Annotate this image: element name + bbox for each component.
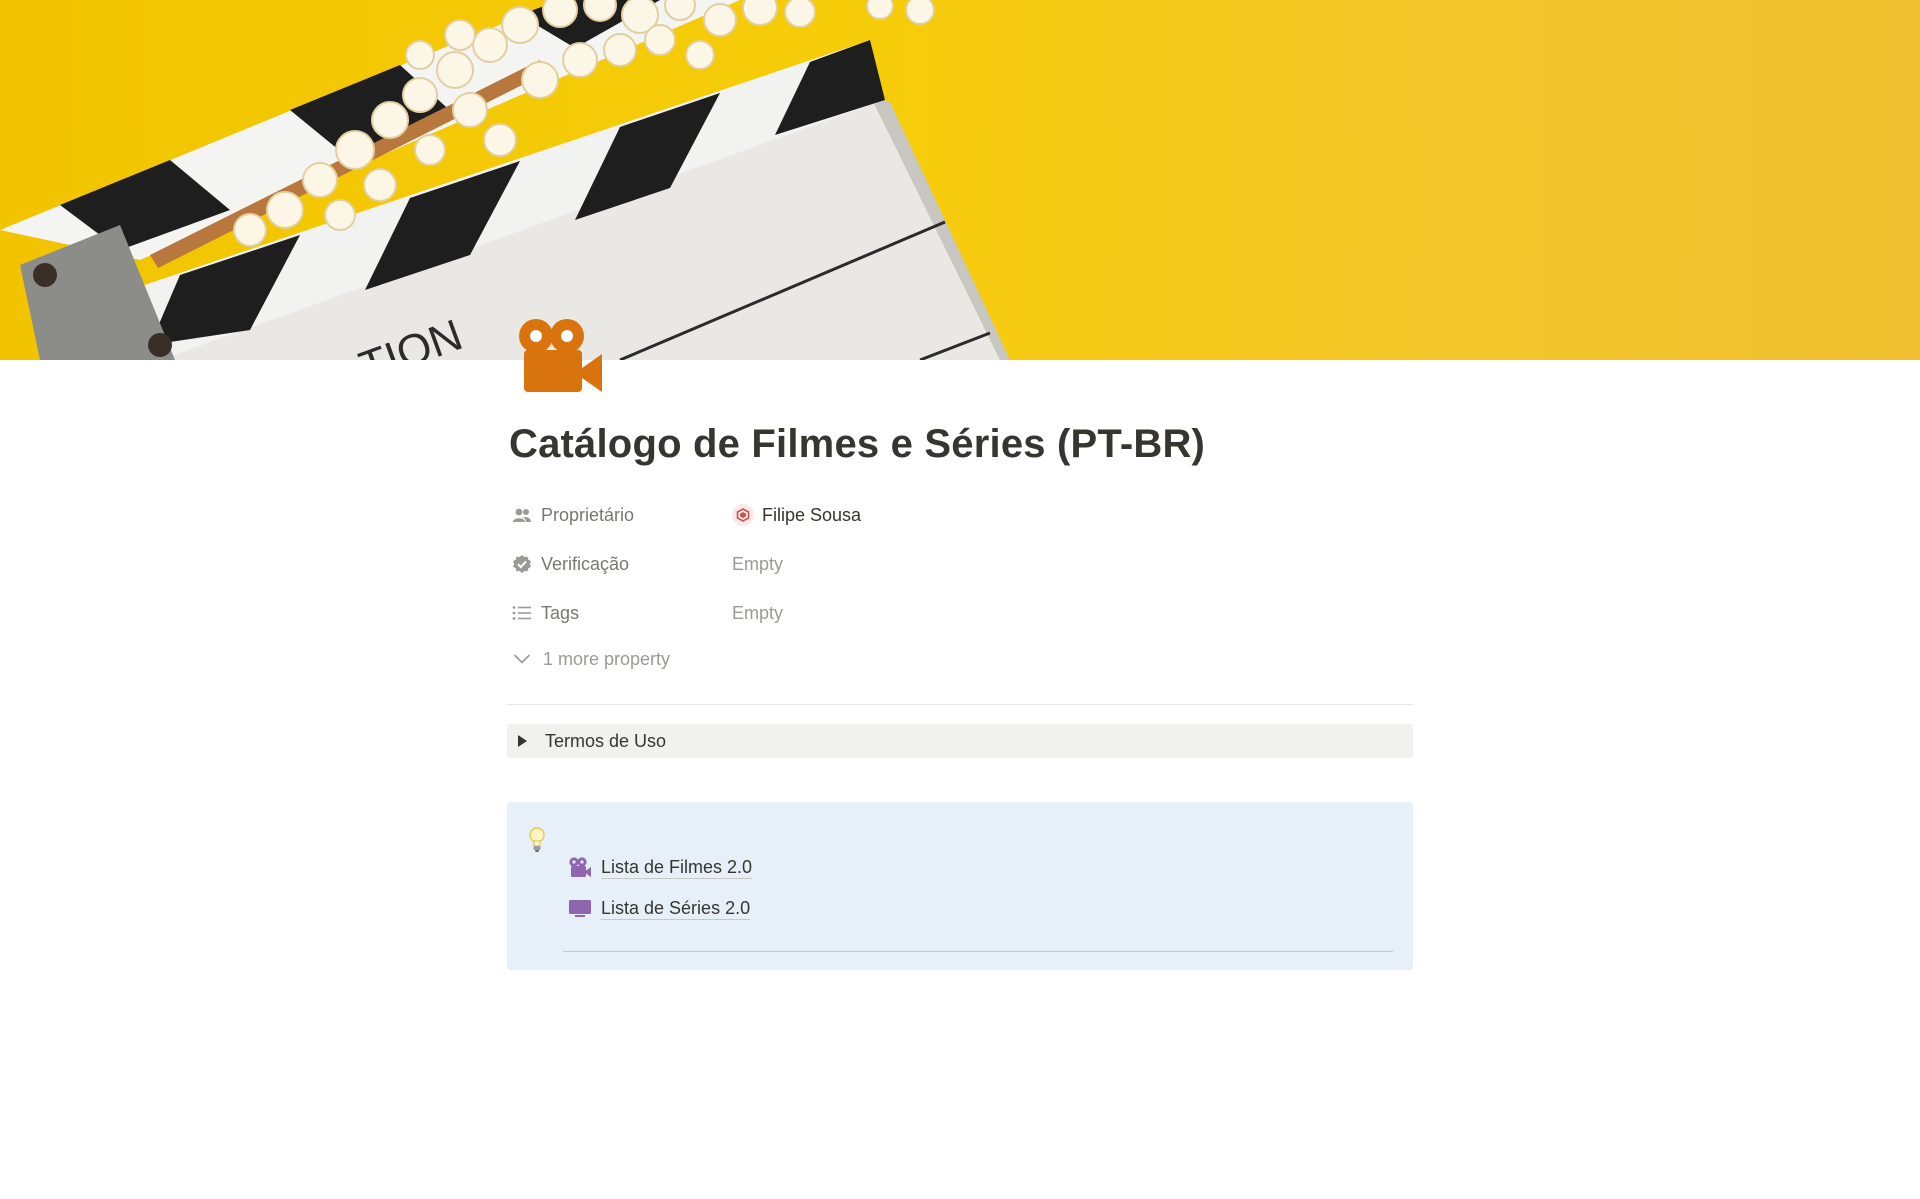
property-value-verification[interactable]: Empty <box>732 552 783 576</box>
property-name[interactable]: Tags <box>511 601 579 625</box>
lightbulb-icon[interactable] <box>527 826 547 854</box>
property-name[interactable]: Verificação <box>511 552 629 576</box>
callout-divider <box>563 951 1393 952</box>
toggle-label: Termos de Uso <box>545 730 667 751</box>
property-name[interactable]: Proprietário <box>511 503 634 527</box>
verified-badge-icon <box>511 553 533 575</box>
owner-name: Filipe Sousa <box>762 504 862 525</box>
callout-block: Lista de Filmes 2.0 Lista de Séries 2.0 <box>507 802 1413 970</box>
toggle-block[interactable]: Termos de Uso <box>507 724 1413 758</box>
people-icon <box>511 504 533 526</box>
movie-camera-icon <box>567 854 593 880</box>
page-cover: TION <box>0 0 1920 360</box>
property-label: Tags <box>541 602 580 623</box>
property-label: Proprietário <box>541 504 635 525</box>
link-lista-de-series[interactable]: Lista de Séries 2.0 <box>567 893 751 923</box>
chevron-down-icon <box>511 648 533 670</box>
link-label: Lista de Séries 2.0 <box>601 897 751 920</box>
property-label: Verificação <box>541 553 630 574</box>
clapperboard-popcorn-image: TION <box>0 0 1010 360</box>
property-value-owner[interactable]: Filipe Sousa <box>732 503 861 527</box>
divider <box>507 704 1413 705</box>
page-title[interactable]: Catálogo de Filmes e Séries (PT-BR) <box>509 422 1205 467</box>
property-row-tags[interactable]: Tags Empty <box>507 593 1413 633</box>
property-value-tags[interactable]: Empty <box>732 601 783 625</box>
toggle-triangle-icon[interactable] <box>518 735 527 747</box>
link-label: Lista de Filmes 2.0 <box>601 856 753 879</box>
link-lista-de-filmes[interactable]: Lista de Filmes 2.0 <box>567 852 753 882</box>
movie-camera-icon[interactable] <box>514 314 604 394</box>
user-avatar <box>732 504 754 526</box>
property-row-verification[interactable]: Verificação Empty <box>507 544 1413 584</box>
more-properties-label: 1 more property <box>543 648 671 669</box>
list-icon <box>511 602 533 624</box>
property-row-owner[interactable]: Proprietário Filipe Sousa <box>507 495 1413 535</box>
more-properties-toggle[interactable]: 1 more property <box>511 648 670 670</box>
tv-icon <box>567 895 593 921</box>
